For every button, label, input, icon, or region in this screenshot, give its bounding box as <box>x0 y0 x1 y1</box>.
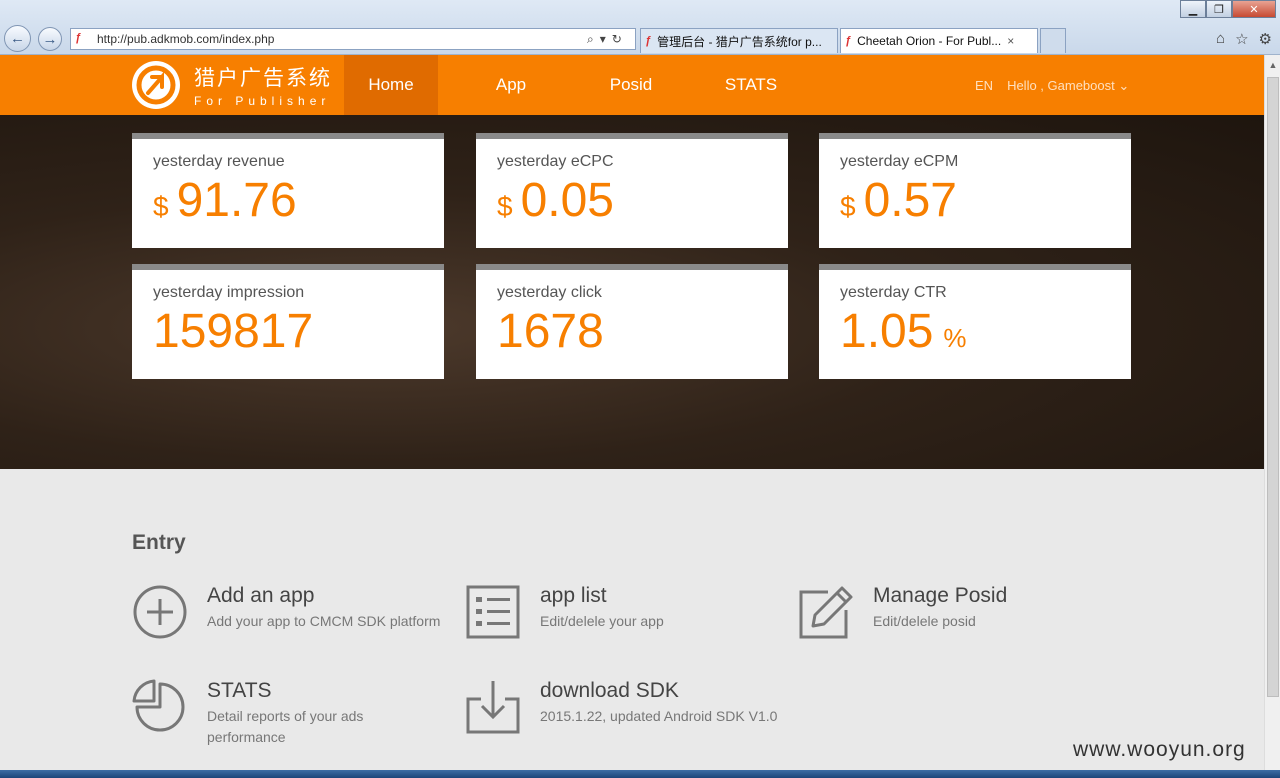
entry-section: Entry Add an app Add your app to CMCM SD… <box>0 469 1264 769</box>
entry-desc: Add your app to CMCM SDK platform <box>207 613 441 629</box>
window-controls: ▁ ❐ ✕ <box>1180 0 1276 18</box>
entry-app-list[interactable]: app list Edit/delele your app <box>465 584 664 640</box>
forward-arrow-icon: → <box>42 30 58 48</box>
stat-value: 91.76 <box>176 174 297 227</box>
close-window-button[interactable]: ✕ <box>1232 0 1276 18</box>
scroll-thumb[interactable] <box>1267 77 1279 697</box>
currency-symbol: $ <box>840 191 856 222</box>
tab-favicon-icon: ƒ <box>845 35 852 47</box>
address-bar[interactable]: ƒ http://pub.adkmob.com/index.php ⌕ ▾ ↻ <box>70 28 636 50</box>
entry-title[interactable]: Add an app <box>207 584 440 608</box>
favorites-star-icon[interactable]: ☆ <box>1235 30 1248 48</box>
entry-title[interactable]: STATS <box>207 679 437 703</box>
edit-icon <box>798 584 854 640</box>
stat-value: 159817 <box>153 305 314 358</box>
site-favicon-icon: ƒ <box>75 32 82 44</box>
plus-circle-icon <box>132 584 188 640</box>
stats-hero: yesterday revenue $91.76 yesterday eCPC … <box>0 115 1264 469</box>
vertical-scrollbar[interactable]: ▲ <box>1264 55 1280 770</box>
stat-card-click: yesterday click 1678 <box>476 264 788 379</box>
user-greeting: Hello , Gameboost <box>1007 78 1115 93</box>
logo-subtitle: For Publisher <box>194 94 331 108</box>
list-icon <box>465 584 521 640</box>
entry-title[interactable]: download SDK <box>540 679 777 703</box>
nav-home[interactable]: Home <box>344 55 438 115</box>
stat-value: 0.57 <box>863 174 957 227</box>
nav-posid[interactable]: Posid <box>584 55 678 115</box>
entry-desc: Edit/delele your app <box>540 613 664 629</box>
nav-stats[interactable]: STATS <box>704 55 798 115</box>
tab-favicon-icon: ƒ <box>645 35 652 47</box>
percent-unit: % <box>943 323 967 353</box>
forward-button[interactable]: → <box>38 27 62 51</box>
stat-label: yesterday revenue <box>153 153 285 170</box>
minimize-button[interactable]: ▁ <box>1180 0 1206 18</box>
entry-desc: Detail reports of your ads performance <box>207 708 364 745</box>
tab-label: Cheetah Orion - For Publ... <box>857 34 1002 48</box>
maximize-button[interactable]: ❐ <box>1206 0 1232 18</box>
entry-title[interactable]: Manage Posid <box>873 584 1007 608</box>
settings-gear-icon[interactable]: ⚙ <box>1259 30 1272 48</box>
currency-symbol: $ <box>497 191 513 222</box>
stat-value: 0.05 <box>520 174 614 227</box>
tab-label: 管理后台 - 猎户广告系统for p... <box>657 34 822 49</box>
watermark: www.wooyun.org <box>1073 738 1246 761</box>
stat-label: yesterday eCPC <box>497 153 614 170</box>
browser-toolbar-icons: ⌂ ☆ ⚙ <box>1216 30 1272 48</box>
user-menu[interactable]: Hello , Gameboost ⌄ <box>1007 78 1129 94</box>
site-header: 猎户广告系统 For Publisher Home App Posid STAT… <box>0 55 1264 115</box>
entry-desc: Edit/delele posid <box>873 613 976 629</box>
nav-app[interactable]: App <box>464 55 558 115</box>
stat-value: 1.05 <box>840 305 934 358</box>
stat-label: yesterday impression <box>153 284 305 301</box>
section-title: Entry <box>132 531 186 554</box>
back-button[interactable]: ← <box>4 25 31 52</box>
browser-tab-orion[interactable]: ƒ Cheetah Orion - For Publ... × <box>840 28 1038 53</box>
home-icon[interactable]: ⌂ <box>1216 30 1225 48</box>
browser-tab-admin[interactable]: ƒ 管理后台 - 猎户广告系统for p... <box>640 28 838 53</box>
back-arrow-icon: ← <box>10 30 25 47</box>
new-tab-button[interactable] <box>1040 28 1066 53</box>
refresh-icon[interactable]: ↻ <box>612 32 622 47</box>
scroll-up-icon[interactable]: ▲ <box>1265 57 1280 73</box>
entry-title[interactable]: app list <box>540 584 664 608</box>
address-url[interactable]: http://pub.adkmob.com/index.php <box>97 32 587 46</box>
currency-symbol: $ <box>153 191 169 222</box>
entry-stats[interactable]: STATS Detail reports of your ads perform… <box>132 679 437 748</box>
stat-card-ecpm: yesterday eCPM $0.57 <box>819 133 1131 248</box>
entry-download-sdk[interactable]: download SDK 2015.1.22, updated Android … <box>465 679 777 735</box>
language-switch[interactable]: EN <box>975 78 993 94</box>
stat-card-revenue: yesterday revenue $91.76 <box>132 133 444 248</box>
chevron-down-icon: ⌄ <box>1118 78 1130 93</box>
stat-label: yesterday eCPM <box>840 153 959 170</box>
entry-manage-posid[interactable]: Manage Posid Edit/delele posid <box>798 584 1007 640</box>
site-logo[interactable]: 猎户广告系统 For Publisher <box>132 61 332 109</box>
logo-title: 猎户广告系统 <box>194 66 332 90</box>
download-icon <box>465 679 521 735</box>
stat-label: yesterday CTR <box>840 284 947 301</box>
entry-desc: 2015.1.22, updated Android SDK V1.0 <box>540 708 778 724</box>
stat-card-ctr: yesterday CTR 1.05% <box>819 264 1131 379</box>
stat-card-ecpc: yesterday eCPC $0.05 <box>476 133 788 248</box>
pie-chart-icon <box>132 679 188 735</box>
stat-label: yesterday click <box>497 284 602 301</box>
entry-add-app[interactable]: Add an app Add your app to CMCM SDK plat… <box>132 584 440 640</box>
dropdown-icon[interactable]: ▾ <box>600 32 606 47</box>
stat-card-impression: yesterday impression 159817 <box>132 264 444 379</box>
browser-chrome: ← → ƒ http://pub.adkmob.com/index.php ⌕ … <box>0 0 1280 55</box>
logo-arrow-icon <box>132 61 180 109</box>
tab-close-icon[interactable]: × <box>1007 34 1014 48</box>
os-taskbar <box>0 770 1280 778</box>
stat-value: 1678 <box>497 305 604 358</box>
search-icon[interactable]: ⌕ <box>587 32 594 47</box>
